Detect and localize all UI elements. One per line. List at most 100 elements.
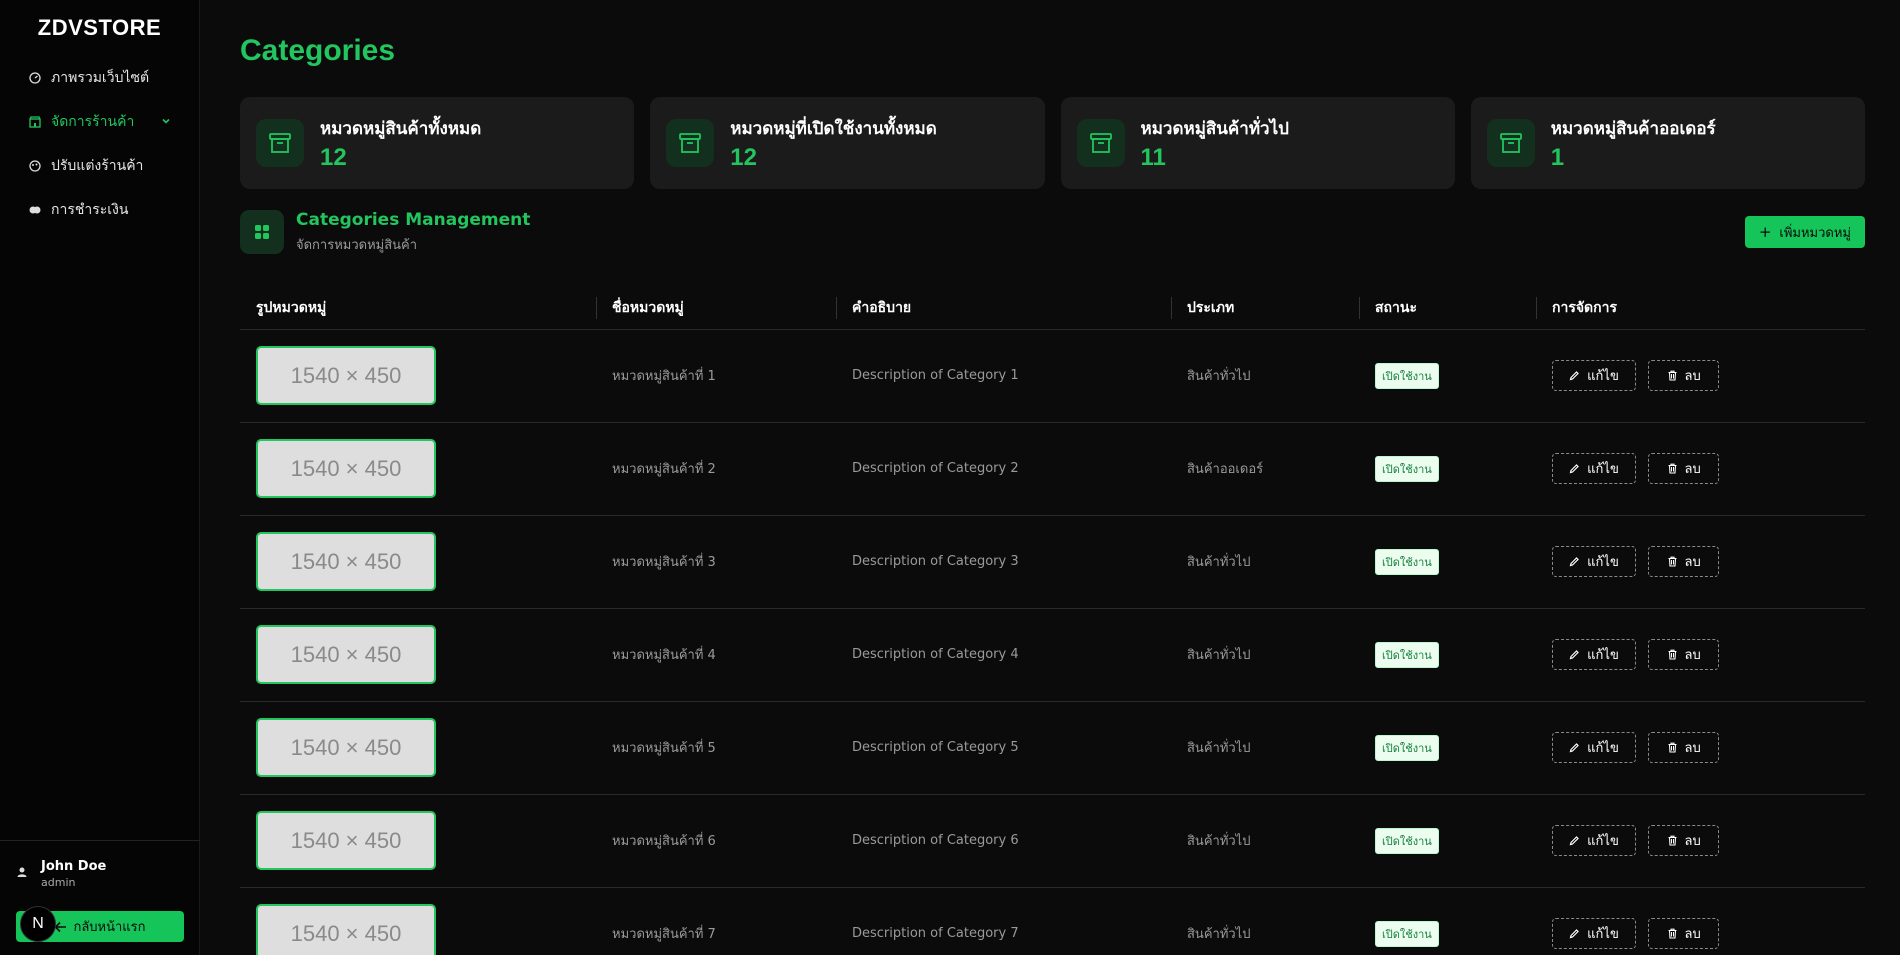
user-profile[interactable]: John Doe admin — [0, 841, 200, 889]
category-description: Description of Category 2 — [836, 422, 1171, 516]
delete-button[interactable]: ลบ — [1648, 732, 1720, 763]
pencil-icon — [1569, 835, 1580, 846]
table-row: 1540 × 450 หมวดหมู่สินค้าที่ 1 Descripti… — [240, 329, 1865, 423]
dashboard-icon — [28, 71, 42, 85]
category-image: 1540 × 450 — [256, 346, 436, 405]
archive-icon — [1076, 119, 1125, 167]
status-badge: เปิดใช้งาน — [1375, 827, 1439, 854]
stats-row: หมวดหมู่สินค้าทั้งหมด 12 หมวดหมู่ที่เปิด… — [240, 97, 1865, 189]
edit-button[interactable]: แก้ไข — [1552, 918, 1636, 949]
payment-icon — [28, 203, 42, 217]
sidebar-item-manage-store[interactable]: จัดการร้านค้า — [14, 100, 185, 144]
delete-label: ลบ — [1684, 927, 1701, 942]
trash-icon — [1667, 463, 1678, 474]
page-title: Categories — [240, 34, 396, 67]
pencil-icon — [1569, 556, 1580, 567]
trash-icon — [1667, 370, 1678, 381]
category-type: สินค้าทั่วไป — [1171, 515, 1359, 609]
category-image: 1540 × 450 — [256, 439, 436, 498]
edit-button[interactable]: แก้ไข — [1552, 360, 1636, 391]
sidebar-item-label: ภาพรวมเว็บไซต์ — [51, 70, 150, 86]
pencil-icon — [1569, 928, 1580, 939]
add-category-button[interactable]: + เพิ่มหมวดหมู่ — [1744, 216, 1865, 248]
brand-logo[interactable]: ZDVSTORE — [0, 0, 199, 56]
column-header[interactable]: สถานะ — [1359, 287, 1536, 330]
table-row: 1540 × 450 หมวดหมู่สินค้าที่ 5 Descripti… — [240, 701, 1865, 795]
column-header[interactable]: การจัดการ — [1536, 287, 1865, 330]
user-role: admin — [41, 876, 76, 889]
edit-label: แก้ไข — [1587, 555, 1619, 570]
column-header[interactable]: คำอธิบาย — [836, 287, 1171, 330]
arrow-left-icon — [54, 921, 67, 933]
pencil-icon — [1569, 742, 1580, 753]
chevron-down-icon[interactable] — [161, 114, 171, 130]
category-image: 1540 × 450 — [256, 811, 436, 870]
management-header: Categories Management จัดการหมวดหมู่สินค… — [240, 207, 1865, 257]
edit-label: แก้ไข — [1587, 369, 1619, 384]
edit-label: แก้ไข — [1587, 462, 1619, 477]
category-name: หมวดหมู่สินค้าที่ 6 — [596, 794, 836, 888]
delete-button[interactable]: ลบ — [1648, 918, 1720, 949]
sidebar-item-payment[interactable]: การชำระเงิน — [14, 188, 185, 232]
sidebar-item-customize[interactable]: ปรับแต่งร้านค้า — [14, 144, 185, 188]
stat-label: หมวดหมู่สินค้าทั่วไป — [1140, 118, 1289, 139]
palette-icon — [28, 159, 42, 173]
column-header[interactable]: ชื่อหมวดหมู่ — [596, 287, 836, 330]
trash-icon — [1667, 835, 1678, 846]
user-icon — [16, 863, 30, 877]
column-header[interactable]: รูปหมวดหมู่ — [240, 287, 596, 330]
stat-label: หมวดหมู่สินค้าออเดอร์ — [1550, 118, 1716, 139]
category-type: สินค้าออเดอร์ — [1171, 422, 1359, 516]
category-image: 1540 × 450 — [256, 904, 436, 955]
category-name: หมวดหมู่สินค้าที่ 5 — [596, 701, 836, 795]
category-image: 1540 × 450 — [256, 718, 436, 777]
category-type: สินค้าทั่วไป — [1171, 794, 1359, 888]
delete-button[interactable]: ลบ — [1648, 825, 1720, 856]
sidebar-item-label: การชำระเงิน — [51, 202, 129, 218]
delete-label: ลบ — [1684, 648, 1701, 663]
trash-icon — [1667, 742, 1678, 753]
delete-button[interactable]: ลบ — [1648, 360, 1720, 391]
delete-label: ลบ — [1684, 555, 1701, 570]
management-title: Categories Management — [296, 209, 531, 230]
status-badge: เปิดใช้งาน — [1375, 734, 1439, 761]
edit-button[interactable]: แก้ไข — [1552, 732, 1636, 763]
edit-button[interactable]: แก้ไข — [1552, 825, 1636, 856]
status-badge: เปิดใช้งาน — [1375, 548, 1439, 575]
sidebar-item-overview[interactable]: ภาพรวมเว็บไซต์ — [14, 56, 185, 100]
trash-icon — [1667, 649, 1678, 660]
delete-button[interactable]: ลบ — [1648, 639, 1720, 670]
archive-icon — [666, 119, 715, 167]
plus-icon: + — [1758, 223, 1772, 241]
sidebar: ZDVSTORE ภาพรวมเว็บไซต์ จัดการร้านค้า ปร… — [0, 0, 200, 955]
main-content: Categories หมวดหมู่สินค้าทั้งหมด 12 หมวด… — [240, 0, 1865, 955]
category-name: หมวดหมู่สินค้าที่ 4 — [596, 608, 836, 702]
add-category-label: เพิ่มหมวดหมู่ — [1779, 225, 1851, 241]
trash-icon — [1667, 556, 1678, 567]
delete-label: ลบ — [1684, 834, 1701, 849]
category-type: สินค้าทั่วไป — [1171, 887, 1359, 955]
edit-button[interactable]: แก้ไข — [1552, 546, 1636, 577]
stat-label: หมวดหมู่ที่เปิดใช้งานทั้งหมด — [730, 118, 937, 139]
table-row: 1540 × 450 หมวดหมู่สินค้าที่ 3 Descripti… — [240, 515, 1865, 609]
status-badge: เปิดใช้งาน — [1375, 455, 1439, 482]
column-header[interactable]: ประเภท — [1171, 287, 1359, 330]
pencil-icon — [1569, 463, 1580, 474]
dev-badge[interactable]: N — [20, 906, 56, 942]
table-row: 1540 × 450 หมวดหมู่สินค้าที่ 4 Descripti… — [240, 608, 1865, 702]
edit-button[interactable]: แก้ไข — [1552, 453, 1636, 484]
store-icon — [28, 115, 42, 129]
edit-button[interactable]: แก้ไข — [1552, 639, 1636, 670]
edit-label: แก้ไข — [1587, 834, 1619, 849]
stat-value: 1 — [1550, 143, 1565, 171]
category-image: 1540 × 450 — [256, 532, 436, 591]
delete-button[interactable]: ลบ — [1648, 546, 1720, 577]
edit-label: แก้ไข — [1587, 927, 1619, 942]
stat-card-total: หมวดหมู่สินค้าทั้งหมด 12 — [240, 97, 635, 189]
user-name: John Doe — [41, 859, 107, 874]
delete-button[interactable]: ลบ — [1648, 453, 1720, 484]
stat-label: หมวดหมู่สินค้าทั้งหมด — [320, 118, 482, 139]
delete-label: ลบ — [1684, 741, 1701, 756]
status-badge: เปิดใช้งาน — [1375, 362, 1439, 389]
pencil-icon — [1569, 370, 1580, 381]
